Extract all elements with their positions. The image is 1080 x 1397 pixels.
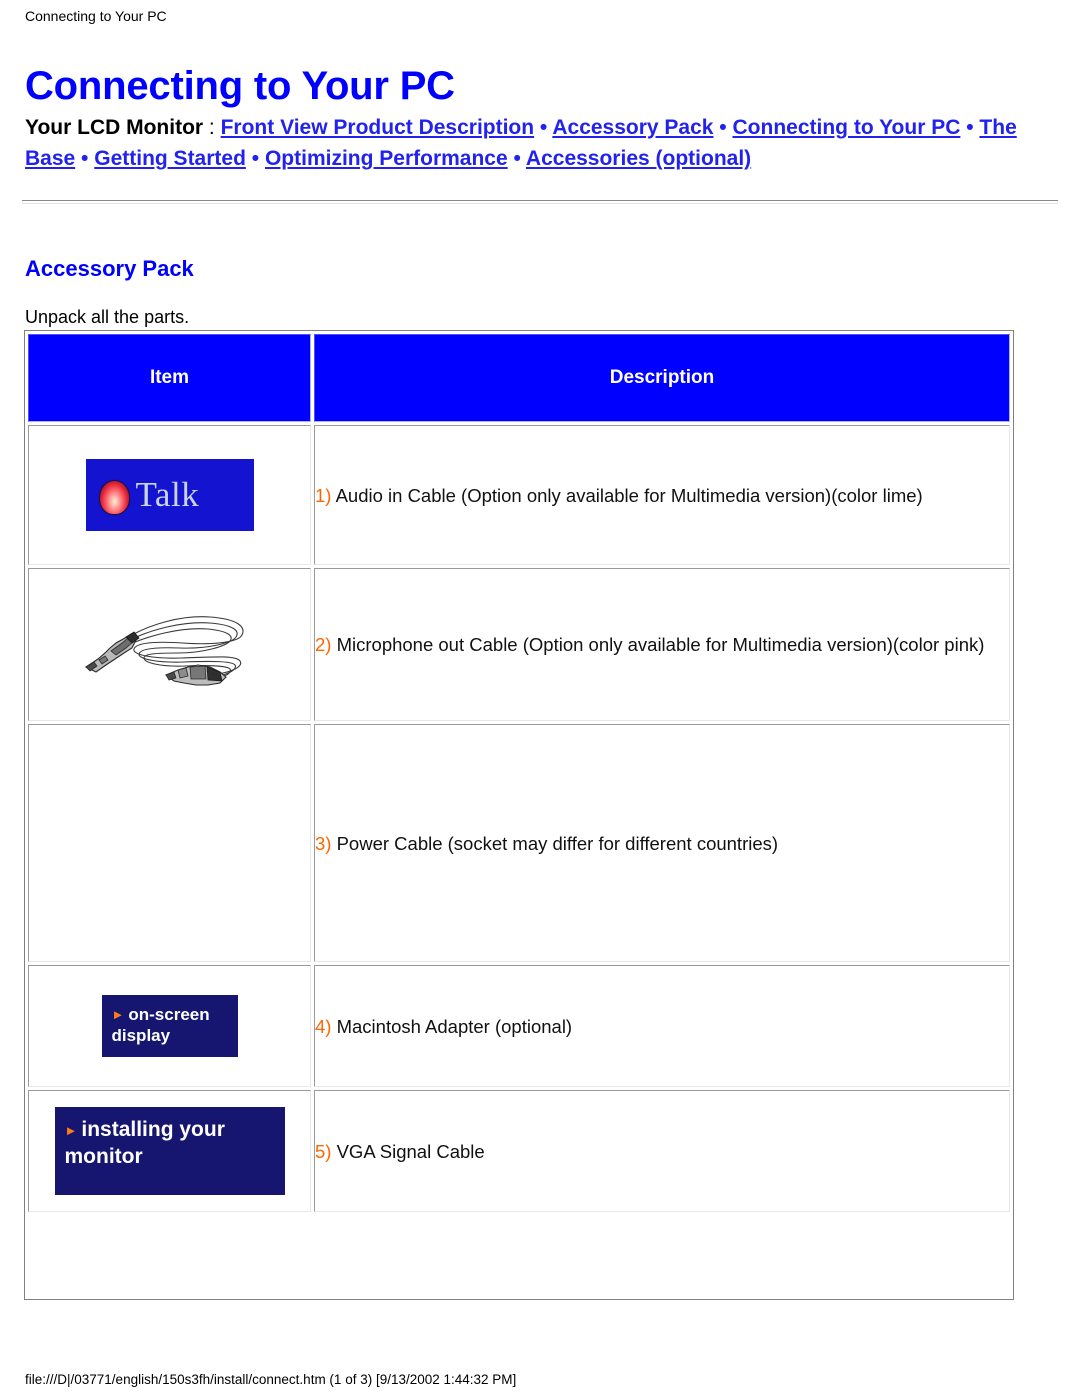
missing-image-placeholder [29,743,310,943]
item-cell-5: ► installing your monitor [28,1090,311,1212]
item-number-4: 4) [315,1015,332,1037]
footer-path-and-timestamp: file:///D|/03771/english/150s3fh/install… [25,1372,517,1387]
nav-separator: • [507,147,526,170]
on-screen-display-banner-label: on-screen display [111,1005,210,1045]
nav-link-accessory-pack[interactable]: Accessory Pack [552,116,713,139]
item-number-2: 2) [315,634,332,655]
description-cell-2: 2) Microphone out Cable (Option only ava… [314,568,1010,721]
table-row: 2) Microphone out Cable (Option only ava… [28,568,1010,721]
item-number-1: 1) [315,484,332,506]
nav-link-optimizing-performance[interactable]: Optimizing Performance [265,147,508,170]
nav-separator: • [960,116,980,139]
item-number-5: 5) [315,1140,332,1162]
section-divider [22,200,1058,204]
column-header-description: Description [314,334,1010,422]
column-header-item-label: Item [149,367,190,388]
table-row: ► on-screen display 4) Macintosh Adapter … [28,965,1010,1087]
nav-link-connecting-to-your-pc[interactable]: Connecting to Your PC [733,116,961,139]
item-cell-4: ► on-screen display [28,965,311,1087]
item-description-2: Microphone out Cable (Option only availa… [331,634,985,655]
section-intro-text: Unpack all the parts. [25,307,190,327]
talk-banner-icon: Talk [85,459,254,531]
page-title: Connecting to Your PC [25,63,455,108]
column-header-item: Item [28,334,311,422]
table-row: Talk 1) Audio in Cable (Option only avai… [28,425,1010,565]
item-description-4: Macintosh Adapter (optional) [331,1015,573,1037]
cable-jack-left [84,630,140,673]
nav-link-accessories-optional[interactable]: Accessories (optional) [526,147,751,170]
item-cell-3 [28,724,311,962]
nav-separator: • [245,147,265,170]
nav-separator: • [534,116,553,139]
talk-face-icon [99,481,129,514]
section-heading-accessory-pack: Accessory Pack [25,256,194,282]
description-cell-1: 1) Audio in Cable (Option only available… [314,425,1010,565]
nav-separator: • [713,116,733,139]
breadcrumb: Connecting to Your PC [25,8,167,24]
nav-link-getting-started[interactable]: Getting Started [94,147,246,170]
item-cell-1: Talk [28,425,311,565]
item-description-1: Audio in Cable (Option only available fo… [331,484,923,506]
audio-cable-icon [84,615,243,686]
column-header-description-label: Description [609,367,715,388]
navigation-links: Your LCD Monitor : Front View Product De… [25,112,1035,174]
item-description-3: Power Cable (socket may differ for diffe… [331,832,779,854]
nav-separator: • [75,147,95,170]
talk-banner-label: Talk [135,475,200,514]
description-cell-4: 4) Macintosh Adapter (optional) [314,965,1010,1087]
installing-your-monitor-banner-icon: ► installing your monitor [54,1107,285,1195]
triangle-right-icon: ► [64,1123,78,1138]
table-header-row: Item Description [28,334,1010,422]
nav-link-front-view-product-description[interactable]: Front View Product Description [221,116,534,139]
table-row: ► installing your monitor 5) VGA Signal C… [28,1090,1010,1212]
table-row: 3) Power Cable (socket may differ for di… [28,724,1010,962]
nav-colon: : [203,116,221,139]
accessory-pack-table: Item Description Talk 1) Audio in Cable … [25,331,1013,1215]
triangle-right-icon: ► [111,1007,125,1022]
installing-your-monitor-banner-label: installing your monitor [64,1118,225,1168]
item-number-3: 3) [315,832,332,854]
item-cell-2 [28,568,311,721]
description-cell-3: 3) Power Cable (socket may differ for di… [314,724,1010,962]
accessory-pack-table-container: Item Description Talk 1) Audio in Cable … [24,330,1014,1300]
item-description-5: VGA Signal Cable [331,1140,485,1162]
nav-lead-label: Your LCD Monitor [25,116,204,139]
cable-jack-right [164,663,227,686]
description-cell-5: 5) VGA Signal Cable [314,1090,1010,1212]
on-screen-display-banner-icon: ► on-screen display [101,995,238,1057]
